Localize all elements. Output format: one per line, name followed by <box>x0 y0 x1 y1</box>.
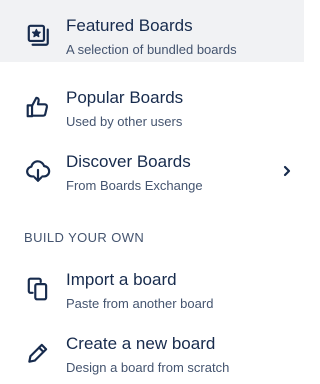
menu-item-title: Import a board <box>66 270 177 289</box>
menu-item-subtitle: A selection of bundled boards <box>66 42 237 57</box>
copy-icon <box>24 275 52 303</box>
menu-item-title: Create a new board <box>66 334 216 353</box>
menu-item-subtitle: Design a board from scratch <box>66 360 230 375</box>
section-header-build-your-own: BUILD YOUR OWN <box>24 230 145 245</box>
pencil-icon <box>24 339 52 367</box>
featured-board-icon <box>24 21 52 49</box>
menu-item-create-board[interactable]: Create a new board Design a board from s… <box>0 318 304 380</box>
board-menu: Featured Boards A selection of bundled b… <box>0 0 304 384</box>
menu-item-title: Discover Boards <box>66 152 191 171</box>
menu-item-subtitle: From Boards Exchange <box>66 178 203 193</box>
menu-item-featured-boards[interactable]: Featured Boards A selection of bundled b… <box>0 0 304 62</box>
cloud-download-icon <box>24 157 52 185</box>
menu-item-discover-boards[interactable]: Discover Boards From Boards Exchange <box>0 136 304 198</box>
menu-item-popular-boards[interactable]: Popular Boards Used by other users <box>0 72 304 134</box>
menu-item-import-board[interactable]: Import a board Paste from another board <box>0 254 304 316</box>
chevron-right-icon <box>283 165 291 177</box>
thumbs-up-icon <box>24 93 52 121</box>
menu-item-subtitle: Used by other users <box>66 114 183 129</box>
menu-item-title: Featured Boards <box>66 16 193 35</box>
menu-item-title: Popular Boards <box>66 88 184 107</box>
menu-item-subtitle: Paste from another board <box>66 296 214 311</box>
